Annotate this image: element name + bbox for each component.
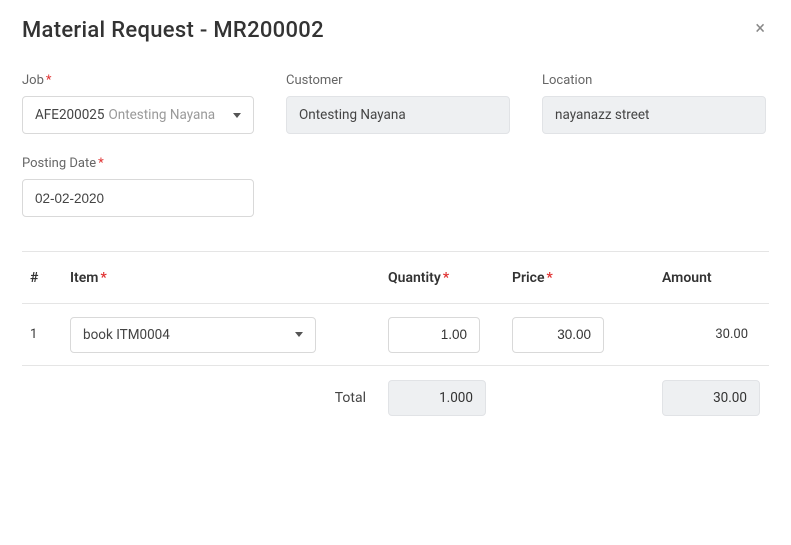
item-code: ITM0004 xyxy=(116,327,170,343)
location-label: Location xyxy=(542,73,766,88)
required-indicator: * xyxy=(100,270,106,286)
posting-date-input[interactable] xyxy=(35,191,241,206)
th-item-text: Item xyxy=(70,270,98,286)
th-amount: Amount xyxy=(662,270,769,286)
table-header: # Item* Quantity* Price* Amount xyxy=(22,252,769,304)
th-qty: Quantity* xyxy=(388,270,512,286)
posting-date-field[interactable] xyxy=(22,179,254,217)
page-title: Material Request - MR200002 xyxy=(22,18,324,43)
th-index: # xyxy=(22,270,70,286)
posting-date-label-text: Posting Date xyxy=(22,156,96,171)
job-label-text: Job xyxy=(22,73,44,88)
th-price-text: Price xyxy=(512,270,545,286)
location-field: nayanazz street xyxy=(542,96,766,134)
totals-row: Total 1.000 30.00 xyxy=(22,366,769,416)
customer-value: Ontesting Nayana xyxy=(299,107,406,123)
chevron-down-icon xyxy=(233,113,241,118)
price-input[interactable] xyxy=(512,317,604,353)
total-amount: 30.00 xyxy=(662,380,760,416)
posting-date-label: Posting Date* xyxy=(22,156,254,171)
location-value: nayanazz street xyxy=(555,107,649,123)
customer-label: Customer xyxy=(286,73,510,88)
required-indicator: * xyxy=(547,270,553,286)
th-item: Item* xyxy=(70,270,388,286)
table-row: 1 book ITM0004 30.00 xyxy=(22,304,769,366)
item-name: book xyxy=(83,327,113,343)
chevron-down-icon xyxy=(295,332,303,337)
close-icon[interactable]: × xyxy=(751,18,769,40)
customer-field: Ontesting Nayana xyxy=(286,96,510,134)
job-label: Job* xyxy=(22,73,254,88)
th-qty-text: Quantity xyxy=(388,270,441,286)
required-indicator: * xyxy=(443,270,449,286)
th-price: Price* xyxy=(512,270,662,286)
item-select[interactable]: book ITM0004 xyxy=(70,317,316,353)
required-indicator: * xyxy=(98,156,104,171)
totals-label: Total xyxy=(22,390,388,406)
required-indicator: * xyxy=(46,73,52,88)
job-select[interactable]: AFE200025 Ontesting Nayana xyxy=(22,96,254,134)
job-code: AFE200025 xyxy=(35,107,104,123)
qty-input[interactable] xyxy=(388,317,480,353)
job-desc: Ontesting Nayana xyxy=(108,107,215,123)
total-qty: 1.000 xyxy=(388,380,486,416)
row-index: 1 xyxy=(22,327,70,342)
amount-value: 30.00 xyxy=(662,327,754,342)
